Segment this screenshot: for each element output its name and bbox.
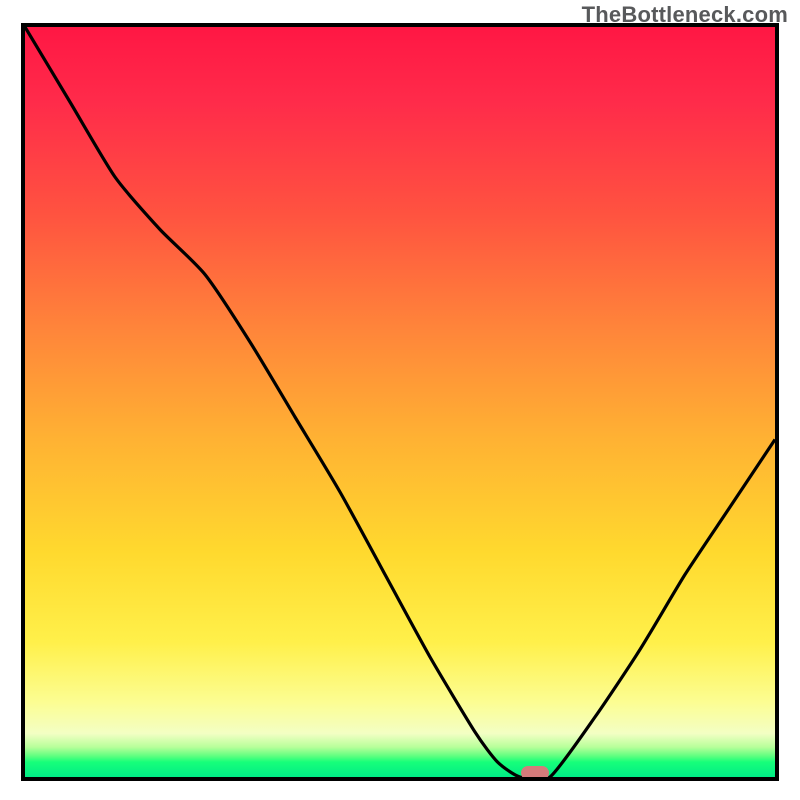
bottleneck-curve — [25, 27, 775, 777]
plot-area — [21, 23, 779, 781]
minimum-marker — [521, 766, 549, 780]
chart-frame: TheBottleneck.com — [0, 0, 800, 800]
curve-svg — [25, 27, 775, 777]
